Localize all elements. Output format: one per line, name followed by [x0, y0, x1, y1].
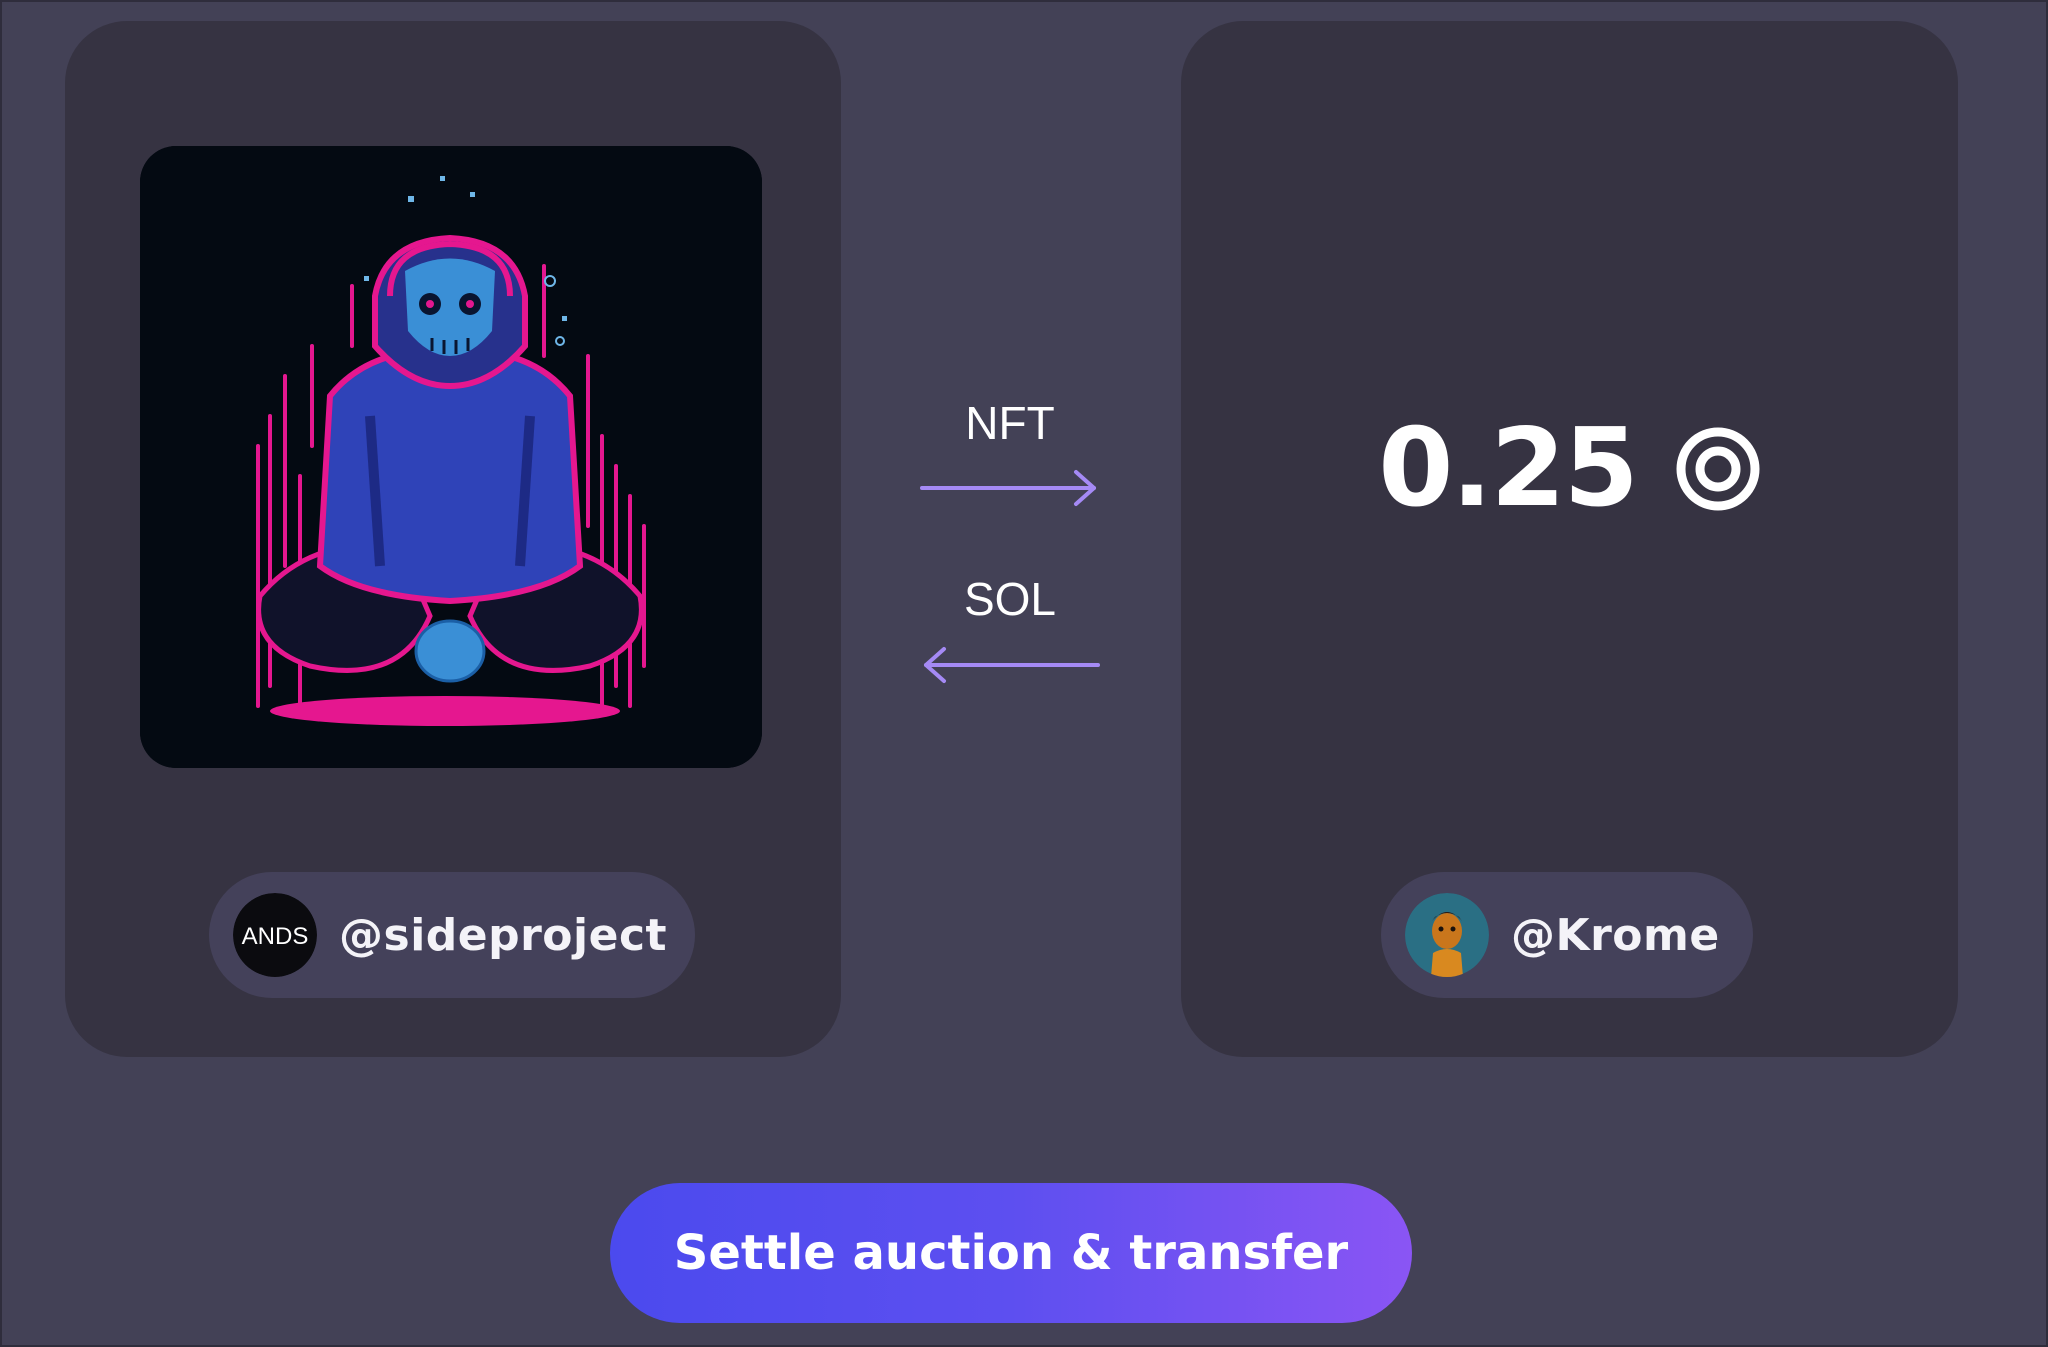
sol-currency-icon: [1675, 426, 1761, 512]
nft-transfer-label: NFT: [965, 397, 1055, 449]
price-display: 0.25: [1181, 415, 1958, 523]
arrow-left-icon: [920, 645, 1100, 685]
buyer-username: @Krome: [1511, 909, 1720, 961]
arrow-right-icon: [920, 468, 1100, 508]
nft-artwork-image[interactable]: [140, 146, 762, 768]
seller-profile-chip[interactable]: ANDS @sideproject: [209, 872, 695, 998]
price-amount: 0.25: [1378, 406, 1638, 531]
seller-avatar-logo-text: ANDS: [242, 923, 309, 950]
buyer-card: 0.25 @Krome: [1181, 21, 1958, 1057]
seller-card: ANDS @sideproject: [65, 21, 841, 1057]
seller-username: @sideproject: [339, 909, 668, 961]
buyer-avatar: [1405, 893, 1489, 977]
settle-auction-button[interactable]: Settle auction & transfer: [610, 1183, 1412, 1323]
seller-avatar: ANDS: [233, 893, 317, 977]
sol-transfer-label: SOL: [963, 573, 1057, 625]
buyer-profile-chip[interactable]: @Krome: [1381, 872, 1753, 998]
